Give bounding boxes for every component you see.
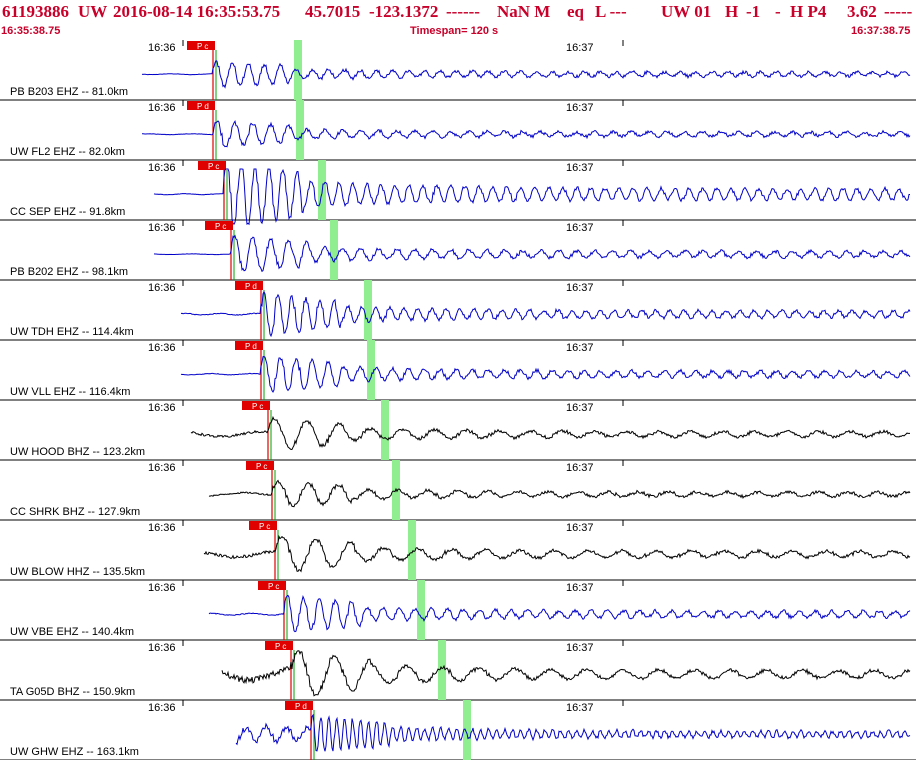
source-net: UW 01 <box>661 2 712 21</box>
time-label-1637: 16:37 <box>566 222 594 234</box>
time-label-1636: 16:36 <box>148 282 176 294</box>
time-label-1636: 16:36 <box>148 342 176 354</box>
field-h: H <box>725 2 739 21</box>
time-label-1637: 16:37 <box>566 342 594 354</box>
field-minus1: -1 <box>746 2 761 21</box>
p-pick-label: P c <box>259 522 270 531</box>
time-label-1636: 16:36 <box>148 702 176 714</box>
time-label-1637: 16:37 <box>566 582 594 594</box>
time-label-1637: 16:37 <box>566 702 594 714</box>
time-label-1636: 16:36 <box>148 582 176 594</box>
station-label: CC SHRK BHZ -- 127.9km <box>10 506 141 518</box>
waveform <box>142 120 911 148</box>
field-hp: H P4 <box>790 2 827 21</box>
s-phase-window <box>296 100 304 160</box>
waveform <box>208 594 911 633</box>
event-magnitude: NaN M <box>497 2 551 21</box>
event-lon: -123.1372 <box>369 2 439 21</box>
station-label: UW VBE EHZ -- 140.4km <box>10 626 135 638</box>
station-label: UW HOOD BHZ -- 123.2km <box>10 446 146 458</box>
station-label: PB B203 EHZ -- 81.0km <box>10 86 128 98</box>
station-label: TA G05D BHZ -- 150.9km <box>10 686 136 698</box>
station-label: PB B202 EHZ -- 98.1km <box>10 266 128 278</box>
event-datetime: 2016-08-14 16:35:53.75 <box>113 2 281 21</box>
event-type: eq <box>567 2 584 21</box>
p-pick-label: P d <box>245 342 257 351</box>
station-label: UW GHW EHZ -- 163.1km <box>10 746 139 758</box>
seismogram-canvas[interactable]: P c P d P c P c P d P d P c P c P c P c P c P d <box>0 40 916 760</box>
p-pick-label: P c <box>215 222 226 231</box>
event-header: 61193886 UW 2016-08-14 16:35:53.75 45.70… <box>0 0 916 40</box>
end-time: 16:37:38.75 <box>851 25 911 37</box>
waveform <box>190 415 910 451</box>
time-label-1636: 16:36 <box>148 222 176 234</box>
event-value: 3.62 <box>847 2 877 21</box>
time-label-1637: 16:37 <box>566 402 594 414</box>
event-network: UW <box>78 2 108 21</box>
time-bar: 16:35:38.75 Timespan= 120 s 16:37:38.75 <box>0 25 916 39</box>
station-label: UW VLL EHZ -- 116.4km <box>10 386 131 398</box>
station-label: UW FL2 EHZ -- 82.0km <box>10 146 125 158</box>
waveform <box>235 713 911 752</box>
time-label-1636: 16:36 <box>148 522 176 534</box>
time-label-1637: 16:37 <box>566 522 594 534</box>
time-label-1636: 16:36 <box>148 42 176 54</box>
value-dashes: ----- <box>884 2 913 21</box>
p-pick-label: P c <box>268 582 279 591</box>
p-pick-label: P c <box>252 402 263 411</box>
event-dashes: ------ <box>446 2 480 21</box>
event-lat: 45.7015 <box>305 2 361 21</box>
s-phase-window <box>381 400 389 460</box>
time-label-1637: 16:37 <box>566 102 594 114</box>
time-label-1636: 16:36 <box>148 102 176 114</box>
p-pick-label: P d <box>197 102 209 111</box>
p-pick-label: P c <box>256 462 267 471</box>
event-id: 61193886 <box>2 2 70 21</box>
p-pick-label: P d <box>295 702 307 711</box>
p-pick-label: P d <box>245 282 257 291</box>
time-label-1637: 16:37 <box>566 642 594 654</box>
waveform <box>153 168 910 226</box>
location-flag: L --- <box>595 2 627 21</box>
station-label: UW TDH EHZ -- 114.4km <box>10 326 134 338</box>
waveform <box>221 650 911 697</box>
timespan: Timespan= 120 s <box>410 25 499 37</box>
time-label-1637: 16:37 <box>566 282 594 294</box>
waveform <box>180 355 911 393</box>
p-pick-label: P c <box>275 642 286 651</box>
waveform <box>208 479 911 508</box>
station-label: UW BLOW HHZ -- 135.5km <box>10 566 146 578</box>
waveform <box>180 290 911 338</box>
event-summary: 61193886 UW 2016-08-14 16:35:53.75 45.70… <box>0 2 916 24</box>
s-phase-window <box>330 220 338 280</box>
start-time: 16:35:38.75 <box>1 25 61 37</box>
field-dash: - <box>775 2 781 21</box>
time-label-1636: 16:36 <box>148 462 176 474</box>
waveform <box>153 234 911 273</box>
time-label-1636: 16:36 <box>148 642 176 654</box>
seismogram-panel[interactable]: P c P d P c P c P d P d P c P c P c P c P c P d PB … <box>0 40 916 760</box>
s-phase-window <box>417 580 425 640</box>
time-label-1637: 16:37 <box>566 42 594 54</box>
waveform <box>203 534 911 573</box>
time-label-1636: 16:36 <box>148 402 176 414</box>
time-label-1636: 16:36 <box>148 162 176 174</box>
p-pick-label: P c <box>208 162 219 171</box>
s-phase-window <box>364 280 372 340</box>
p-pick-label: P c <box>197 42 208 51</box>
time-label-1637: 16:37 <box>566 462 594 474</box>
time-label-1637: 16:37 <box>566 162 594 174</box>
waveform <box>141 59 911 89</box>
station-label: CC SEP EHZ -- 91.8km <box>10 206 126 218</box>
